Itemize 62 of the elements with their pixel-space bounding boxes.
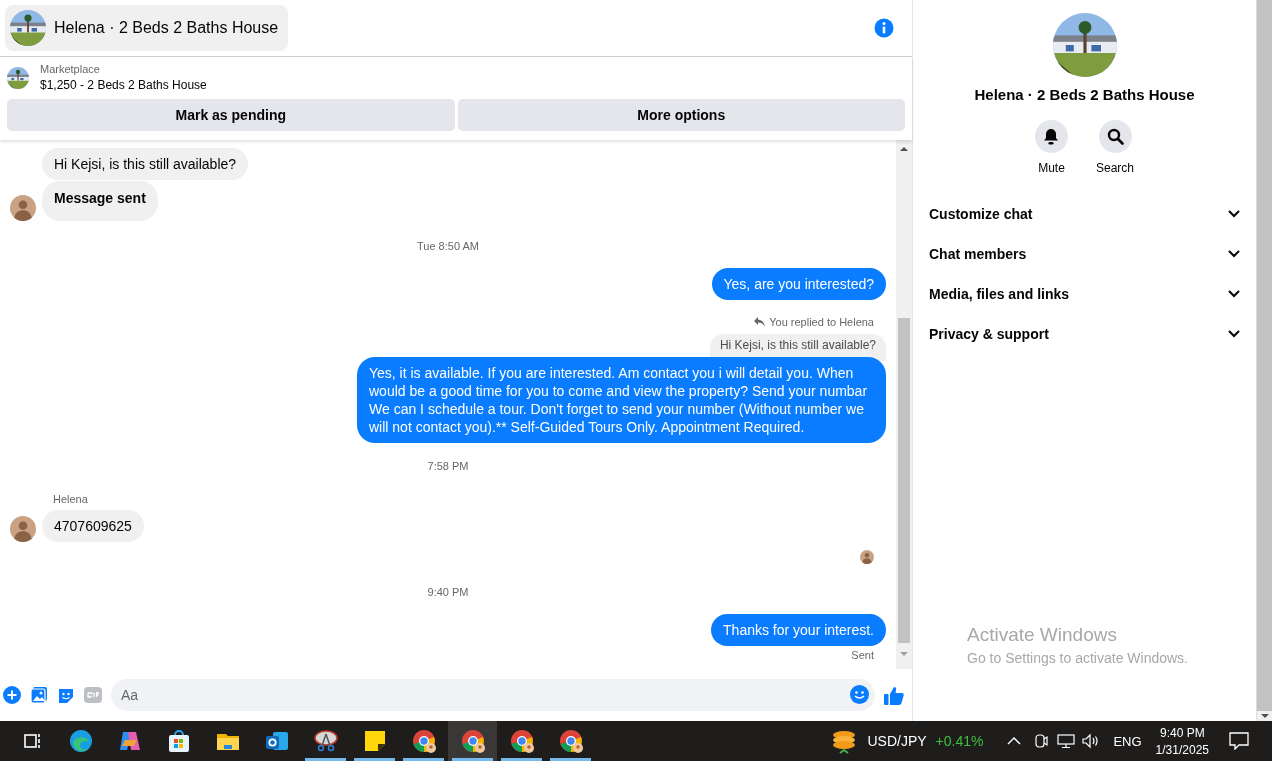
- listing-label: Marketplace: [40, 63, 101, 75]
- notifications-icon[interactable]: [1229, 732, 1249, 750]
- chevron-icon: [1228, 290, 1240, 298]
- activation-hint: Go to Settings to activate Windows.: [967, 650, 1188, 666]
- message-bubble: Message sent: [42, 181, 158, 221]
- message-bubble: Yes, it is available. If you are interested. Am contact you i will detail you. When would be a good time for you to come and view the property? Send your numbar We can I schedule a tour. Don't forget to send your number (Without number we will not contact you).** Self-Guided Tours Only. Appointment Required.: [357, 357, 886, 443]
- clock[interactable]: 9:40 PM 1/31/2025: [1155, 725, 1209, 757]
- browser-icon: [459, 728, 486, 754]
- browser-icon: [67, 728, 94, 754]
- sticker-icon[interactable]: [57, 686, 75, 704]
- timestamp: 7:58 PM: [427, 459, 469, 473]
- search-icon: [1106, 128, 1124, 145]
- plus-icon[interactable]: [3, 686, 21, 704]
- avatar: [10, 195, 36, 221]
- browser-icon: [557, 728, 584, 754]
- message-bubble: Hi Kejsi, is this still available?: [42, 148, 249, 180]
- network-icon[interactable]: [1057, 733, 1076, 749]
- ticker-change: +0.41%: [935, 733, 984, 749]
- sender-name: Helena: [53, 492, 88, 506]
- chevron-icon: [1228, 250, 1240, 258]
- conversation-name: Helena · 2 Beds 2 Baths House: [974, 86, 1195, 103]
- avatar: [860, 550, 874, 564]
- message-bubble: Yes, are you interested?: [711, 268, 886, 300]
- speaker-icon[interactable]: [1082, 733, 1101, 749]
- emoji-icon[interactable]: [850, 685, 869, 704]
- avatar: [10, 516, 36, 542]
- message-status: Sent: [851, 648, 874, 662]
- message-bubble: Thanks for your interest.: [711, 614, 886, 646]
- thumbs-up-icon[interactable]: [884, 685, 904, 705]
- scrollbar[interactable]: [1256, 0, 1272, 721]
- section-toggle[interactable]: Chat members: [929, 234, 1240, 274]
- scissors-icon: [312, 728, 339, 754]
- listing-action-button[interactable]: More options: [457, 99, 905, 131]
- image-icon[interactable]: [30, 686, 48, 704]
- camera-icon[interactable]: [1033, 733, 1050, 749]
- browser-icon: [410, 728, 437, 754]
- timestamp: Tue 8:50 AM: [417, 239, 479, 253]
- message-input-field[interactable]: Aa: [111, 679, 875, 711]
- coins-icon[interactable]: [831, 728, 858, 754]
- bell-icon: [1043, 128, 1060, 145]
- listing-title: $1,250 - 2 Beds 2 Baths House: [40, 78, 207, 92]
- section-toggle[interactable]: Privacy & support: [929, 314, 1240, 354]
- activation-title: Activate Windows: [967, 624, 1118, 646]
- chevron-up-icon[interactable]: [1007, 736, 1022, 746]
- taskbar-app-button[interactable]: [448, 721, 497, 761]
- info-icon[interactable]: [874, 18, 894, 38]
- timestamp: 9:40 PM: [427, 585, 469, 599]
- section-toggle[interactable]: Media, files and links: [929, 274, 1240, 314]
- browser-icon: [508, 728, 535, 754]
- listing-action-button[interactable]: Mark as pending: [7, 99, 455, 131]
- chevron-icon: [1228, 330, 1240, 338]
- scroll-up-arrow-icon[interactable]: [900, 146, 908, 152]
- ticker-symbol: USD/JPY: [867, 733, 927, 749]
- chevron-icon: [1228, 210, 1240, 218]
- task-view-icon: [21, 731, 42, 751]
- language-indicator[interactable]: ENG: [1113, 733, 1142, 749]
- conversation-title-button[interactable]: Helena · 2 Beds 2 Baths House: [5, 5, 289, 51]
- reply-note: You replied to Helena: [769, 315, 874, 329]
- section-toggle[interactable]: Customize chat: [929, 194, 1240, 234]
- message-bubble: 4707609625: [42, 510, 144, 542]
- scrollbar[interactable]: [896, 140, 912, 669]
- reply-icon: [754, 317, 766, 327]
